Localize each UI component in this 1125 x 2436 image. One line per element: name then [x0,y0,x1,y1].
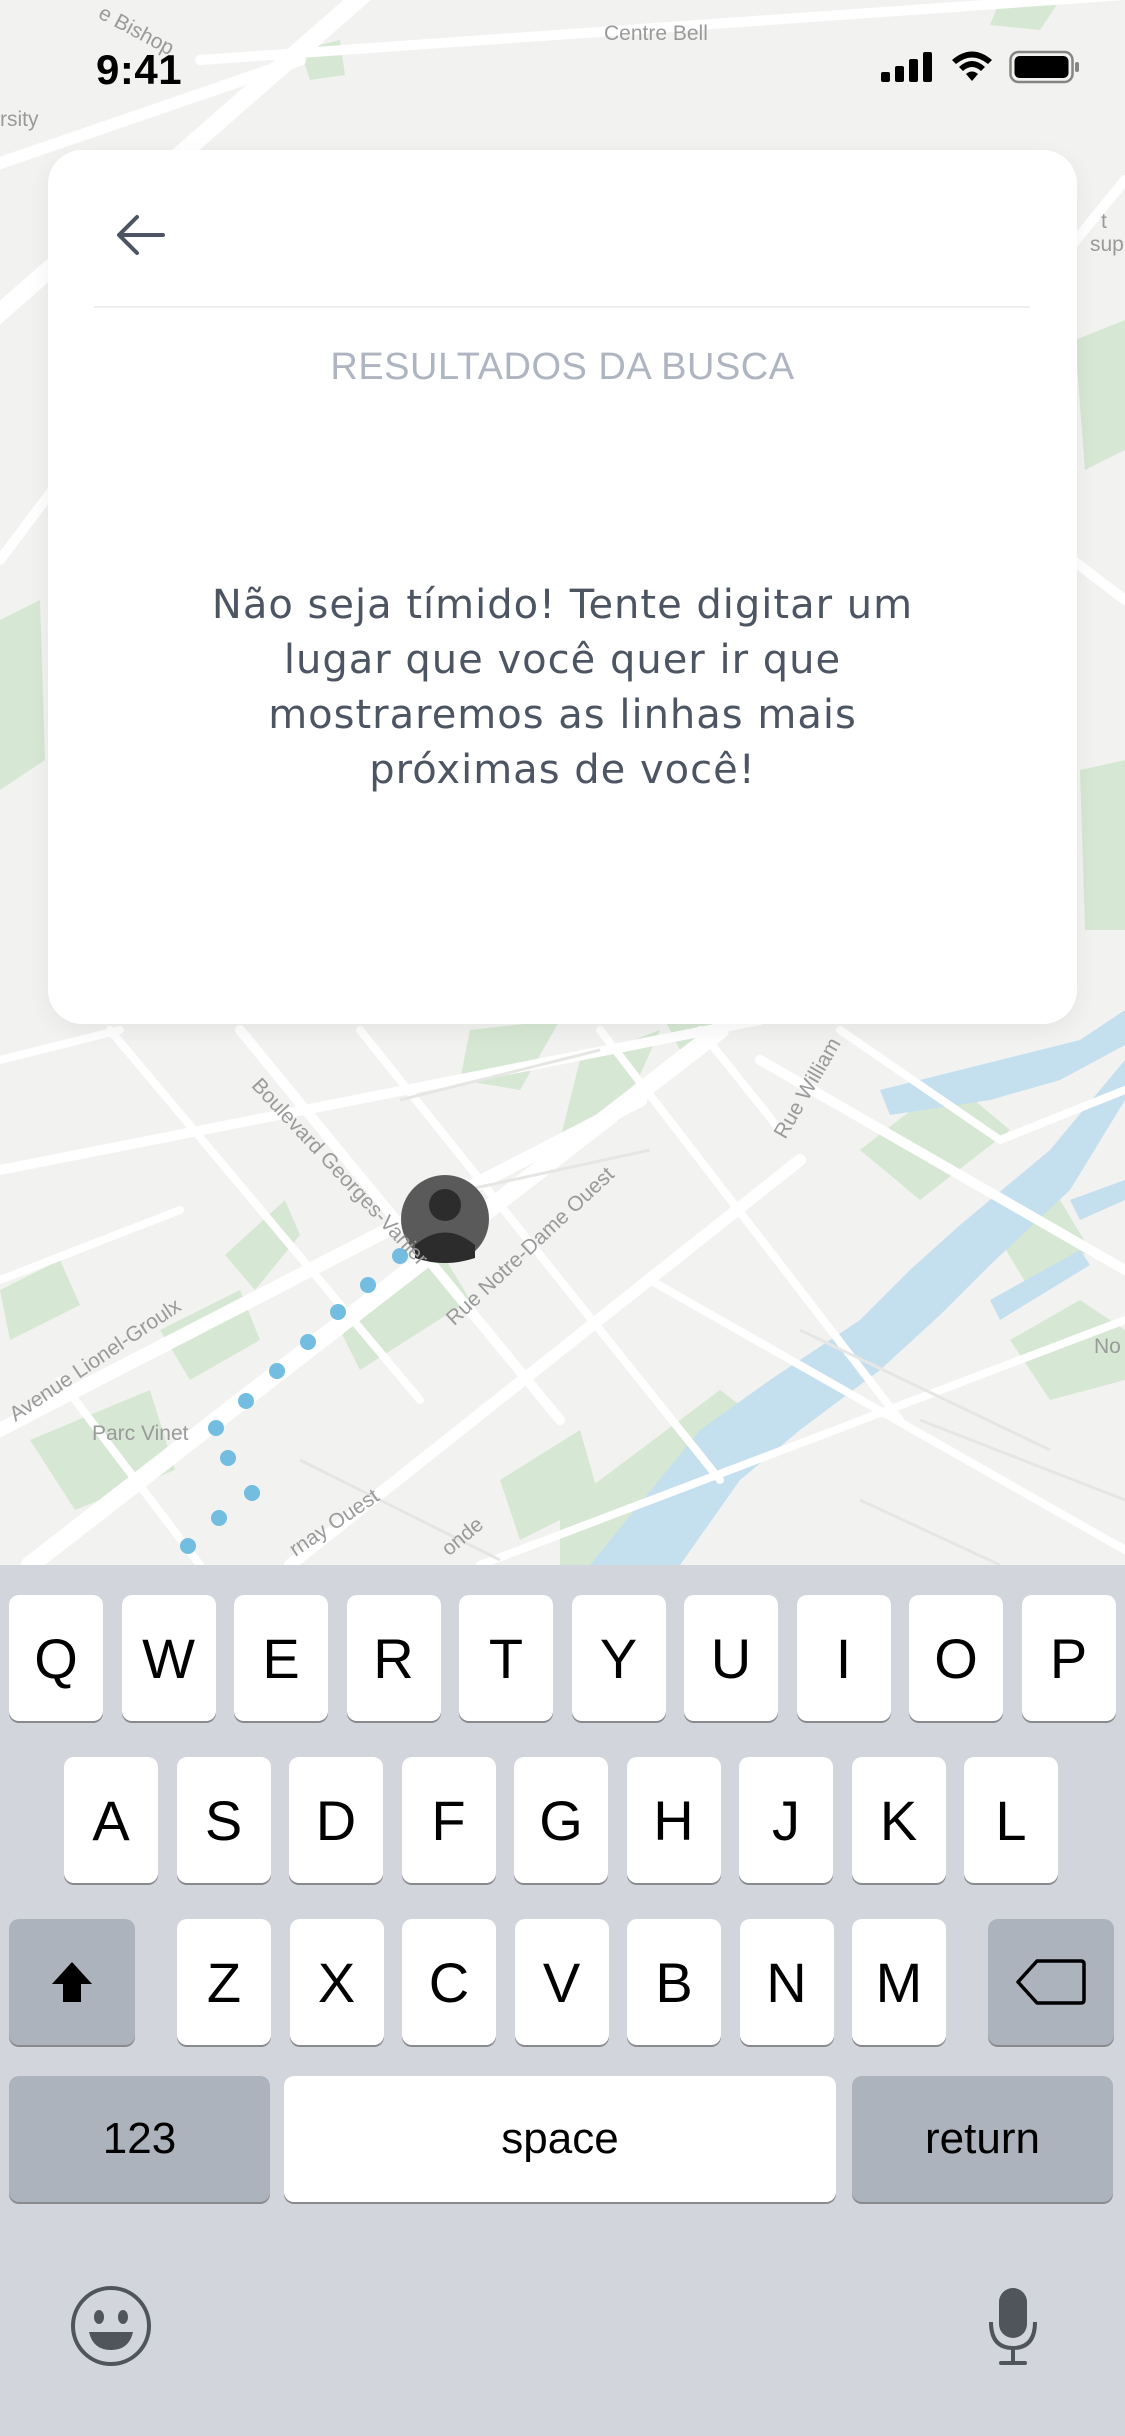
key-q[interactable]: Q [9,1595,103,1721]
keyboard: 123 space return QWERTYUIOP ASDFGHJKL ZXCV… [0,1565,1125,2436]
key-r[interactable]: R [346,1595,441,1721]
backspace-key[interactable] [988,1919,1114,2045]
key-x[interactable]: X [289,1919,384,2045]
status-bar: 9:41 [0,0,1125,140]
key-h[interactable]: H [626,1757,721,1883]
dictation-button[interactable] [968,2281,1058,2371]
shift-icon [52,1962,92,2002]
key-p[interactable]: P [1021,1595,1116,1721]
key-f[interactable]: F [401,1757,496,1883]
map-label-edge-t: t [1101,210,1107,233]
return-key[interactable]: return [852,2076,1113,2202]
empty-state-message: Não seja tímido! Tente digitar um lugar … [211,582,914,793]
key-w[interactable]: W [121,1595,216,1721]
key-l[interactable]: L [964,1757,1058,1883]
key-j[interactable]: J [739,1757,833,1883]
backspace-icon [1016,1959,1086,2005]
key-a[interactable]: A [64,1757,158,1883]
map-label-no: No [1094,1335,1121,1358]
map-label-parc-vinet: Parc Vinet [92,1422,189,1445]
status-time: 9:41 [96,46,183,93]
emoji-button[interactable] [66,2281,156,2371]
key-o[interactable]: O [909,1595,1003,1721]
key-y[interactable]: Y [571,1595,666,1721]
key-e[interactable]: E [234,1595,328,1721]
map-label-edge-sup: sup [1090,233,1124,256]
results-title: RESULTADOS DA BUSCA [330,346,795,388]
search-results-card: RESULTADOS DA BUSCA Não seja tímido! Ten… [48,150,1077,1024]
key-g[interactable]: G [514,1757,608,1883]
key-d[interactable]: D [289,1757,383,1883]
key-m[interactable]: M [852,1919,946,2045]
status-icons [881,50,1081,89]
key-k[interactable]: K [851,1757,946,1883]
screen: Centre Bell e Bishop rsity t sup Bouleva… [0,0,1125,2436]
key-n[interactable]: N [739,1919,834,2045]
key-b[interactable]: B [627,1919,721,2045]
arrow-left-icon [117,215,165,255]
signal-icon [881,52,935,87]
numbers-key[interactable]: 123 [9,2076,270,2202]
card-divider [94,306,1030,308]
key-i[interactable]: I [796,1595,891,1721]
key-c[interactable]: C [402,1919,496,2045]
wifi-icon [949,51,995,88]
key-s[interactable]: S [176,1757,271,1883]
emoji-icon [71,2286,151,2366]
microphone-icon [989,2288,1037,2365]
key-t[interactable]: T [459,1595,553,1721]
space-key[interactable]: space [284,2076,836,2202]
back-button[interactable] [102,196,180,274]
key-u[interactable]: U [684,1595,778,1721]
battery-icon [1009,50,1081,89]
key-v[interactable]: V [514,1919,609,2045]
shift-key[interactable] [9,1919,135,2045]
key-z[interactable]: Z [177,1919,271,2045]
